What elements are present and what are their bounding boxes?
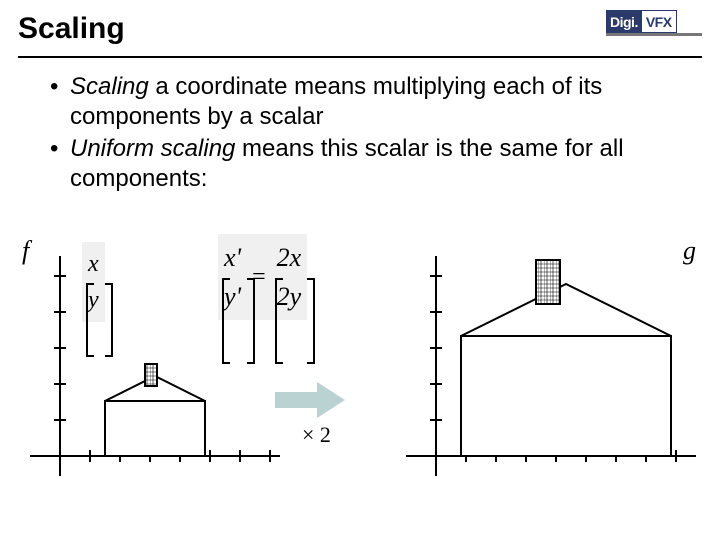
- logo-left-text: Digi.: [606, 10, 642, 33]
- matrix-out-top: x': [224, 243, 241, 272]
- label-f: f: [22, 236, 29, 266]
- bullet-1-text: a coordinate means multiplying each of i…: [70, 73, 602, 130]
- axes-g: [406, 256, 706, 496]
- bullet-2: Uniform scaling means this scalar is the…: [50, 134, 690, 194]
- bullet-list: Scaling a coordinate means multiplying e…: [30, 72, 690, 196]
- header: Scaling Digi. VFX: [18, 8, 702, 58]
- matrix-equation: x' y' = 2x 2y: [218, 234, 307, 320]
- house-large-icon: [461, 260, 671, 456]
- bullet-1-em: Scaling: [70, 73, 149, 100]
- times-label: × 2: [302, 422, 331, 448]
- page-title: Scaling: [18, 8, 702, 46]
- figure-area: f g: [0, 236, 720, 516]
- bullet-1: Scaling a coordinate means multiplying e…: [50, 72, 690, 132]
- logo-right-text: VFX: [642, 10, 677, 33]
- bullet-2-em: Uniform scaling: [70, 135, 235, 162]
- house-small-icon: [105, 364, 205, 456]
- logo: Digi. VFX: [606, 10, 702, 36]
- arrow-icon: [275, 382, 345, 418]
- slide: Scaling Digi. VFX Scaling a coordinate m…: [0, 0, 720, 540]
- matrix-res-top: 2x: [277, 243, 302, 272]
- matrix-input: x y: [82, 242, 105, 322]
- matrix-in-top: x: [88, 251, 99, 277]
